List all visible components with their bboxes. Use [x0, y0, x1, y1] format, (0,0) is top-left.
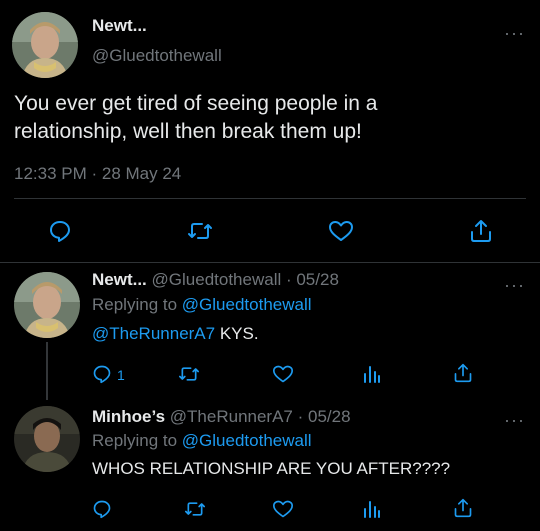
main-more-icon[interactable]: ··· — [504, 24, 525, 42]
reply1-body: @TheRunnerA7 KYS. — [92, 324, 259, 344]
reply2-replying-handle[interactable]: @Gluedtothewall — [182, 431, 312, 450]
reply2-reply-icon[interactable] — [92, 499, 112, 519]
reply2-handle-date[interactable]: @TheRunnerA7 · 05/28 — [170, 407, 351, 426]
reply1-replying-to: Replying to @Gluedtothewall — [92, 295, 312, 315]
reply2-header: Minhoe’s @TheRunnerA7 · 05/28 — [92, 407, 351, 427]
reply1-retweet-icon[interactable] — [178, 364, 200, 384]
reply1-body-text: KYS. — [219, 324, 259, 343]
main-share-icon[interactable] — [469, 218, 493, 244]
reply1-like-icon[interactable] — [272, 364, 294, 384]
main-tweet-text-line1: You ever get tired of seeing people in a — [14, 92, 378, 115]
reply1-reply-icon[interactable] — [92, 364, 112, 384]
main-timestamp: 12:33 PM · 28 May 24 — [14, 164, 182, 183]
main-handle[interactable]: @Gluedtothewall — [92, 46, 222, 66]
main-retweet-icon[interactable] — [187, 219, 213, 243]
reply1-avatar[interactable] — [14, 272, 80, 338]
reply1-header: Newt... @Gluedtothewall · 05/28 — [92, 270, 339, 290]
reply2-display-name[interactable]: Minhoe’s — [92, 407, 165, 426]
reply2-more-icon[interactable]: ··· — [504, 411, 525, 429]
reply1-replying-prefix: Replying to — [92, 295, 178, 314]
main-reply-icon[interactable] — [48, 219, 72, 243]
reply2-retweet-icon[interactable] — [184, 499, 206, 519]
main-like-icon[interactable] — [328, 219, 354, 243]
reply2-share-icon[interactable] — [453, 497, 473, 519]
reply1-reply-count: 1 — [117, 367, 125, 383]
reply1-share-icon[interactable] — [453, 362, 473, 384]
reply2-replying-prefix: Replying to — [92, 431, 178, 450]
reply2-replying-to: Replying to @Gluedtothewall — [92, 431, 312, 451]
reply2-like-icon[interactable] — [272, 499, 294, 519]
reply1-analytics-icon[interactable] — [362, 364, 382, 384]
main-display-name[interactable]: Newt... — [92, 16, 147, 36]
reply1-handle-date[interactable]: @Gluedtothewall · 05/28 — [152, 270, 339, 289]
reply1-replying-handle[interactable]: @Gluedtothewall — [182, 295, 312, 314]
reply2-body-text: WHOS RELATIONSHIP ARE YOU AFTER???? — [92, 459, 451, 478]
reply1-mention[interactable]: @TheRunnerA7 — [92, 324, 215, 343]
reply1-display-name[interactable]: Newt... — [92, 270, 147, 289]
main-tweet-text-line2: relationship, well then break them up! — [14, 120, 362, 143]
thread-line — [46, 342, 48, 400]
reply1-more-icon[interactable]: ··· — [504, 276, 525, 294]
main-divider-bottom — [0, 262, 540, 263]
main-avatar[interactable] — [12, 12, 78, 78]
reply2-analytics-icon[interactable] — [362, 499, 382, 519]
reply2-avatar[interactable] — [14, 406, 80, 472]
main-divider-top — [14, 198, 526, 199]
